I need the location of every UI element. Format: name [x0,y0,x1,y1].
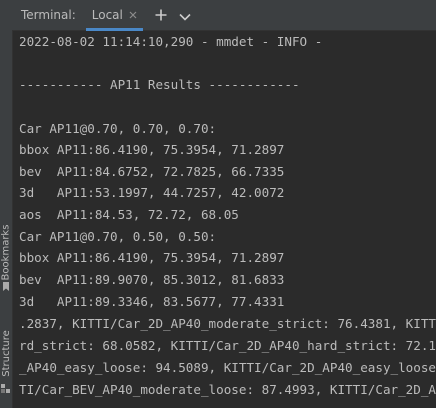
structure-icon[interactable] [1,384,10,393]
terminal-header: Terminal: Local [12,0,436,31]
tab-local-label: Local [91,8,123,22]
terminal-line: bbox AP11:86.4190, 75.3954, 71.2897 [19,250,285,265]
terminal-line: aos AP11:84.53, 72.72, 68.05 [19,207,239,222]
bookmarks-tab-label: Bookmarks [0,224,12,280]
chevron-down-icon [179,6,191,25]
terminal-line: ----------- AP11 Results ------------ [19,77,300,92]
terminal-line: Car AP11@0.70, 0.70, 0.70: [19,121,217,136]
terminal-line: rd_strict: 68.0582, KITTI/Car_2D_AP40_ha… [19,338,436,353]
terminal-sessions-dropdown[interactable] [177,7,193,23]
terminal-line: bbox AP11:86.4190, 75.3954, 71.2897 [19,142,285,157]
plus-icon [155,6,167,25]
terminal-line: bev AP11:89.9070, 85.3012, 81.6833 [19,272,285,287]
structure-tab-label: Structure [0,329,12,377]
terminal-line: 2022-08-02 11:14:10,290 - mmdet - INFO - [19,34,323,49]
terminal-line: 3d AP11:53.1997, 44.7257, 42.0072 [19,185,285,200]
structure-tab[interactable]: Structure [0,328,12,378]
terminal-title: Terminal: [21,8,76,22]
terminal-output[interactable]: 2022-08-02 11:14:10,290 - mmdet - INFO -… [12,31,436,408]
terminal-line: TI/Car_BEV_AP40_moderate_loose: 87.4993,… [19,382,436,397]
bookmarks-tab[interactable]: Bookmarks [0,224,12,280]
new-terminal-button[interactable] [153,7,169,23]
terminal-line: .2837, KITTI/Car_2D_AP40_moderate_strict… [19,316,436,331]
bookmark-icon[interactable] [1,282,10,291]
tab-local[interactable]: Local [85,0,143,31]
terminal-line: Car AP11@0.70, 0.50, 0.50: [19,229,217,244]
close-icon[interactable] [129,11,137,19]
terminal-line: bev AP11:84.6752, 72.7825, 66.7335 [19,164,285,179]
terminal-line: _AP40_easy_loose: 94.5089, KITTI/Car_2D_… [19,360,436,375]
terminal-line: 3d AP11:89.3346, 83.5677, 77.4331 [19,294,285,309]
